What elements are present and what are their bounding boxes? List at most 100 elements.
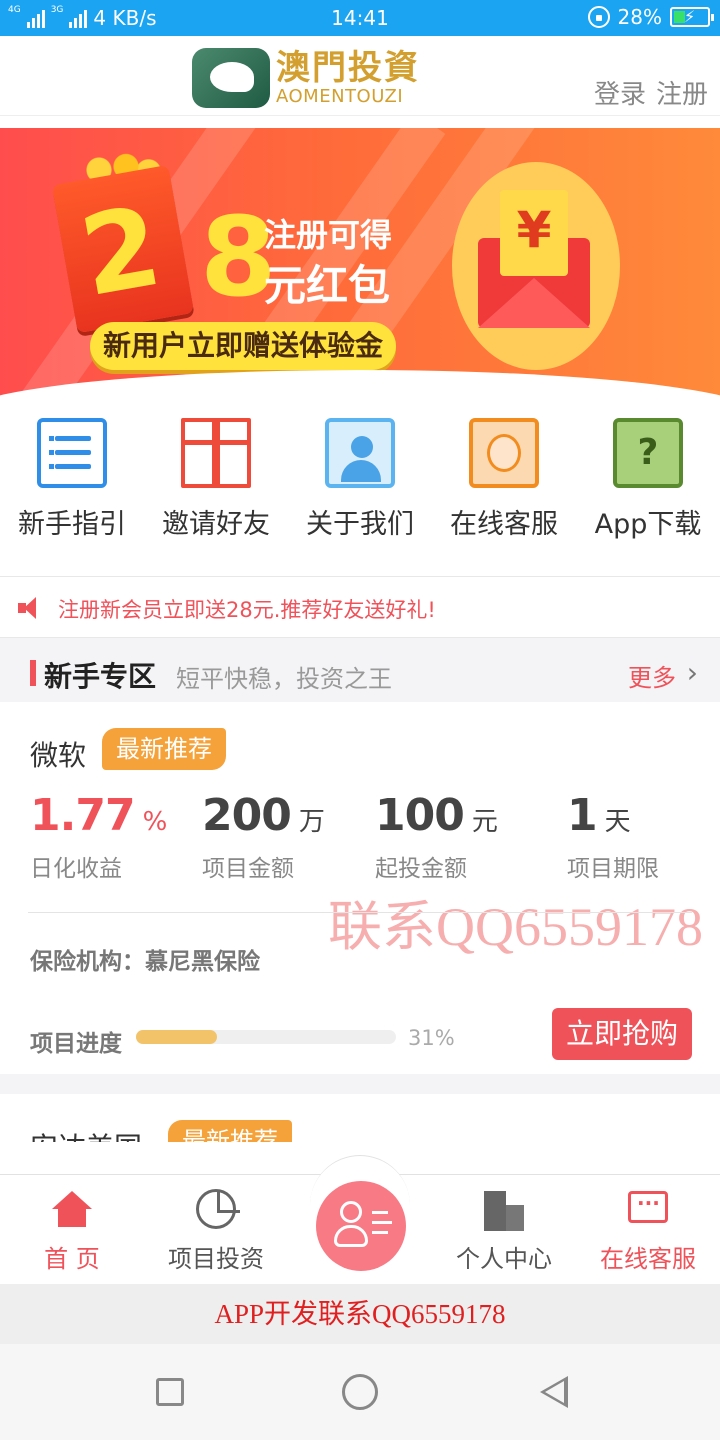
promo-line-1: 注册可得	[264, 216, 393, 254]
recommend-tag: 最新推荐	[102, 728, 226, 770]
quick-item-guide[interactable]: 新手指引	[0, 418, 144, 558]
stat-term: 1天 项目期限	[567, 790, 659, 883]
tab-service[interactable]: 在线客服	[576, 1175, 720, 1285]
back-icon[interactable]	[540, 1376, 568, 1408]
amount-value: 200	[202, 790, 292, 841]
quick-item-service[interactable]: 在线客服	[432, 418, 576, 558]
register-link[interactable]: 注册	[656, 74, 708, 111]
logo-mark-icon	[192, 48, 270, 108]
tab-invest[interactable]: 项目投资	[144, 1175, 288, 1285]
product-name: 微软	[30, 739, 87, 772]
quick-item-label: App下载	[594, 509, 702, 540]
progress-fill	[136, 1030, 217, 1044]
logo-title: 澳門投資	[276, 48, 420, 88]
min-value: 100	[375, 790, 465, 841]
ad-bar: APP开发联系QQ6559178	[0, 1284, 720, 1344]
carousel-dot[interactable]	[376, 374, 396, 394]
guide-list-icon	[37, 418, 107, 488]
progress-bar	[136, 1030, 396, 1044]
login-link[interactable]: 登录	[594, 74, 646, 111]
logo: 澳門投資 AOMENTOUZI	[192, 48, 420, 108]
speaker-icon	[18, 597, 44, 619]
carousel-dot[interactable]	[412, 374, 432, 394]
quick-item-about[interactable]: 关于我们	[288, 418, 432, 558]
gift-icon	[181, 418, 251, 488]
section-subtitle: 短平快稳，投资之王	[176, 665, 392, 693]
user-icon-line	[372, 1221, 392, 1224]
product-card[interactable]: 安达美国 最新推荐	[0, 1094, 720, 1142]
term-label: 项目期限	[567, 856, 659, 882]
promo-digit-left: 2	[71, 181, 170, 322]
people-icon	[325, 418, 395, 488]
quick-item-label: 邀请好友	[162, 509, 270, 540]
section-accent	[30, 660, 36, 686]
envelope-flap	[478, 278, 590, 328]
building-icon	[484, 1191, 526, 1231]
quick-item-app[interactable]: ? App下载	[576, 418, 720, 558]
progress-percent: 31%	[408, 1026, 455, 1050]
promo-banner[interactable]: 2 8 注册可得 元红包 新用户立即赠送体验金 ¥	[0, 128, 720, 400]
rotation-lock-icon	[587, 6, 610, 28]
user-icon-body	[334, 1225, 368, 1247]
status-right: 28% ⚡	[587, 5, 714, 29]
yuan-symbol: ¥	[516, 201, 552, 259]
quick-item-label: 在线客服	[450, 509, 558, 540]
tab-label: 个人中心	[456, 1245, 552, 1273]
status-bar: 4G 3G 4 KB/s 14:41 28% ⚡	[0, 0, 720, 36]
logo-subtitle: AOMENTOUZI	[276, 86, 404, 107]
battery-icon: ⚡	[670, 7, 714, 27]
rate-label: 日化收益	[30, 856, 122, 882]
chat-icon	[628, 1186, 668, 1223]
ad-text: APP开发联系QQ6559178	[214, 1299, 506, 1329]
user-icon-line	[372, 1211, 388, 1214]
user-icon	[340, 1201, 362, 1223]
home-icon	[52, 1191, 92, 1227]
amount-label: 项目金额	[202, 856, 294, 882]
notice-bar[interactable]: 注册新会员立即送28元.推荐好友送好礼!	[0, 576, 720, 638]
quick-item-invite[interactable]: 邀请好友	[144, 418, 288, 558]
amount-unit: 万	[298, 807, 325, 837]
tab-label: 项目投资	[168, 1245, 264, 1273]
app-header: 澳門投資 AOMENTOUZI 登录 注册	[0, 36, 720, 116]
bottom-tab-bar: 首 页 项目投资 个人中心 在线客服	[0, 1155, 720, 1285]
stat-rate: 1.77% 日化收益	[30, 790, 167, 883]
service-agent-icon	[469, 418, 539, 488]
more-link[interactable]: 更多	[628, 658, 676, 693]
center-user-button[interactable]	[316, 1181, 406, 1271]
pie-chart-icon	[196, 1189, 240, 1229]
section-header: 新手专区 短平快稳，投资之王 更多 ›	[0, 638, 720, 702]
quick-menu: 新手指引 邀请好友 关于我们 在线客服 ? App下载	[0, 418, 720, 558]
tab-label: 在线客服	[600, 1245, 696, 1273]
buy-now-button[interactable]: 立即抢购	[552, 1008, 692, 1060]
system-nav-bar	[0, 1344, 720, 1440]
tab-home[interactable]: 首 页	[0, 1175, 144, 1285]
auth-links: 登录 注册	[594, 74, 708, 111]
insurer-text: 保险机构：慕尼黑保险	[30, 949, 260, 975]
carousel-dots[interactable]	[304, 374, 432, 394]
product-card[interactable]: 微软 最新推荐 1.77% 日化收益 200 万 项目金额 100 元 起投金额 1…	[0, 702, 720, 1074]
home-circle-icon[interactable]	[342, 1374, 378, 1410]
min-unit: 元	[471, 807, 498, 837]
recent-apps-icon[interactable]	[156, 1378, 184, 1406]
progress-label: 项目进度	[30, 1031, 122, 1057]
promo-pill: 新用户立即赠送体验金	[90, 322, 396, 370]
rate-value: 1.77	[30, 790, 136, 841]
chevron-right-icon[interactable]: ›	[687, 656, 698, 689]
tab-personal[interactable]: 个人中心	[432, 1175, 576, 1285]
carousel-dot[interactable]	[340, 374, 360, 394]
quick-item-label: 关于我们	[306, 509, 414, 540]
battery-percent: 28%	[617, 5, 662, 29]
product-name: 安达美国	[30, 1126, 142, 1142]
promo-line-2: 元红包	[264, 261, 391, 310]
yuan-card: ¥	[500, 190, 568, 276]
section-title: 新手专区	[44, 660, 157, 693]
divider	[28, 912, 692, 913]
stat-amount: 200 万 项目金额	[202, 790, 325, 883]
question-icon: ?	[613, 418, 683, 488]
term-unit: 天	[604, 807, 631, 837]
carousel-dot[interactable]	[304, 374, 324, 394]
notice-text: 注册新会员立即送28元.推荐好友送好礼!	[58, 598, 436, 622]
stat-min-invest: 100 元 起投金额	[375, 790, 498, 883]
card-gap	[0, 1074, 720, 1094]
term-value: 1	[567, 790, 598, 841]
